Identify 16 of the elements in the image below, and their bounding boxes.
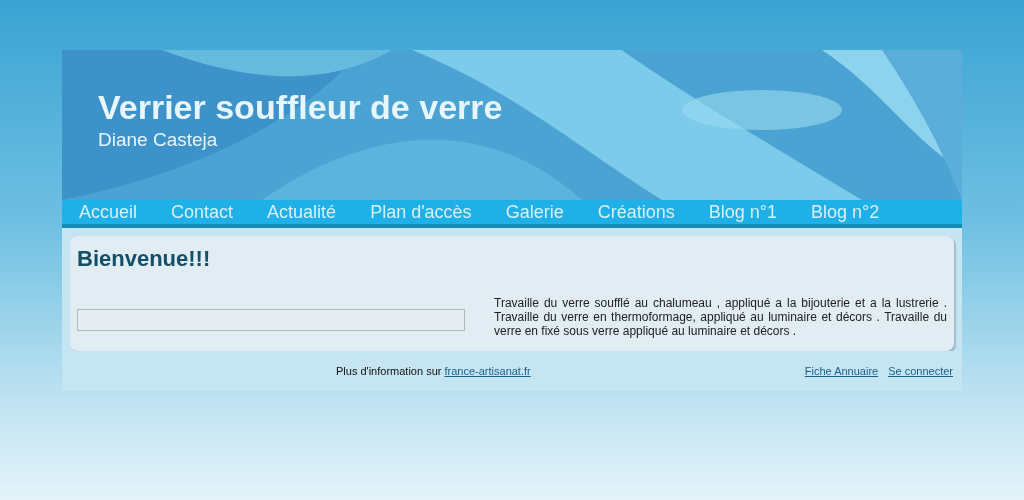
info-link[interactable]: france-artisanat.fr bbox=[444, 365, 531, 377]
site-subtitle: Diane Casteja bbox=[98, 129, 219, 151]
info-text: Plus d'information sur france-artisanat.fr bbox=[336, 365, 531, 377]
nav-link[interactable]: Créations bbox=[580, 201, 692, 223]
nav-link[interactable]: Blog n°1 bbox=[691, 201, 794, 223]
site-title: Verrier souffleur de verre bbox=[98, 88, 504, 127]
welcome-heading: Bienvenue!!! bbox=[77, 246, 212, 272]
nav-link[interactable]: Galerie bbox=[488, 201, 581, 223]
footer-link[interactable]: Fiche Annuaire bbox=[804, 365, 879, 377]
description-text: Travaille du verre soufflé au chalumeau , appliqué a la bijouterie et a la lustrerie . Travaille du verre en thermoformage, appliqué au luminaire et décors . Travaille du verre en fixé sous verre appliqué au luminaire et décors . bbox=[494, 296, 947, 338]
nav-link[interactable]: Accueil bbox=[62, 201, 155, 223]
nav-link[interactable]: Contact bbox=[154, 201, 251, 223]
footer-link[interactable]: Se connecter bbox=[888, 365, 953, 377]
nav-link[interactable]: Plan d'accès bbox=[353, 201, 489, 223]
nav-link[interactable]: Blog n°2 bbox=[793, 201, 897, 223]
nav-link[interactable]: Actualité bbox=[250, 201, 354, 223]
